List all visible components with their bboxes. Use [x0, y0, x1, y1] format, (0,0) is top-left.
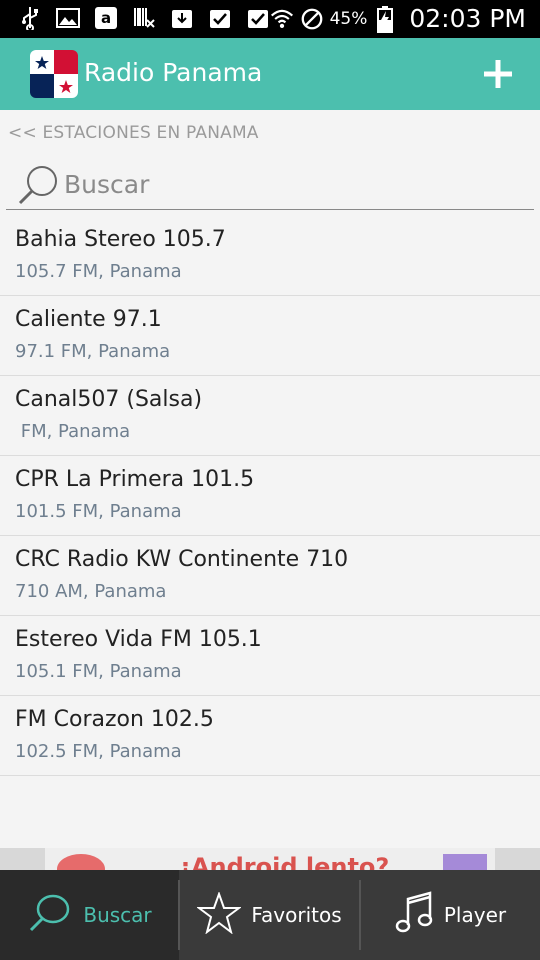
system-status: 45% 02:03 PM — [270, 4, 526, 33]
list-item[interactable]: CRC Radio KW Continente 710 710 AM, Pana… — [0, 536, 540, 616]
usb-icon — [18, 6, 42, 30]
station-name: FM Corazon 102.5 — [15, 707, 214, 732]
do-not-disturb-icon — [300, 7, 324, 31]
station-name: Bahia Stereo 105.7 — [15, 227, 226, 252]
search-icon — [27, 892, 73, 938]
list-item[interactable]: Bahia Stereo 105.7 105.7 FM, Panama — [0, 216, 540, 296]
station-frequency: 710 AM, Panama — [15, 581, 167, 602]
download-icon — [170, 6, 194, 30]
station-name: CPR La Primera 101.5 — [15, 467, 255, 492]
search-icon — [16, 162, 62, 208]
station-frequency: 105.7 FM, Panama — [15, 261, 182, 282]
svg-text:a: a — [101, 9, 111, 27]
notification-icons: a — [18, 6, 270, 30]
station-name: Caliente 97.1 — [15, 307, 162, 332]
ad-banner[interactable]: ¡Android lento? — [0, 848, 540, 870]
nav-label: Buscar — [83, 903, 152, 927]
station-list: Bahia Stereo 105.7 105.7 FM, Panama Cali… — [0, 216, 540, 776]
list-item[interactable]: Caliente 97.1 97.1 FM, Panama — [0, 296, 540, 376]
station-frequency: 102.5 FM, Panama — [15, 741, 182, 762]
barcode-icon — [132, 6, 156, 30]
list-item[interactable]: Canal507 (Salsa) FM, Panama — [0, 376, 540, 456]
nav-tab-buscar[interactable]: Buscar — [0, 870, 179, 960]
station-name: Estereo Vida FM 105.1 — [15, 627, 262, 652]
nav-tab-player[interactable]: Player — [360, 870, 540, 960]
bottom-nav: Buscar Favoritos Player — [0, 870, 540, 960]
nav-label: Favoritos — [251, 903, 342, 927]
star-icon — [196, 891, 243, 938]
station-frequency: 105.1 FM, Panama — [15, 661, 182, 682]
station-name: CRC Radio KW Continente 710 — [15, 547, 349, 572]
download-check-icon — [208, 6, 232, 30]
plus-icon — [484, 60, 512, 88]
battery-percent: 45% — [329, 8, 368, 29]
ad-text: ¡Android lento? — [180, 853, 390, 870]
image-icon — [56, 6, 80, 30]
station-frequency: 97.1 FM, Panama — [15, 341, 171, 362]
search-bar — [6, 160, 534, 210]
music-note-icon — [394, 891, 434, 939]
app-bar: Radio Panama — [0, 38, 540, 110]
search-input[interactable] — [64, 166, 524, 202]
list-item[interactable]: Estereo Vida FM 105.1 105.1 FM, Panama — [0, 616, 540, 696]
amazon-icon: a — [94, 6, 118, 30]
breadcrumb-back-link[interactable]: << ESTACIONES EN PANAMA — [8, 123, 259, 143]
station-frequency: 101.5 FM, Panama — [15, 501, 182, 522]
app-title: Radio Panama — [84, 58, 263, 87]
nav-label: Player — [443, 903, 507, 927]
clock: 02:03 PM — [409, 4, 526, 33]
station-frequency: FM, Panama — [15, 421, 131, 442]
station-name: Canal507 (Salsa) — [15, 387, 203, 412]
ad-image — [57, 854, 105, 870]
ad-content[interactable]: ¡Android lento? — [45, 848, 495, 870]
wifi-icon — [270, 7, 294, 31]
check-icon — [246, 6, 270, 30]
nav-tab-favoritos[interactable]: Favoritos — [179, 870, 360, 960]
add-station-button[interactable] — [478, 54, 518, 94]
list-item[interactable]: FM Corazon 102.5 102.5 FM, Panama — [0, 696, 540, 776]
panama-flag-icon — [30, 50, 78, 98]
ad-image — [443, 854, 487, 870]
status-bar: a 45% 02:03 PM — [0, 0, 540, 38]
list-item[interactable]: CPR La Primera 101.5 101.5 FM, Panama — [0, 456, 540, 536]
battery-icon — [373, 5, 397, 33]
